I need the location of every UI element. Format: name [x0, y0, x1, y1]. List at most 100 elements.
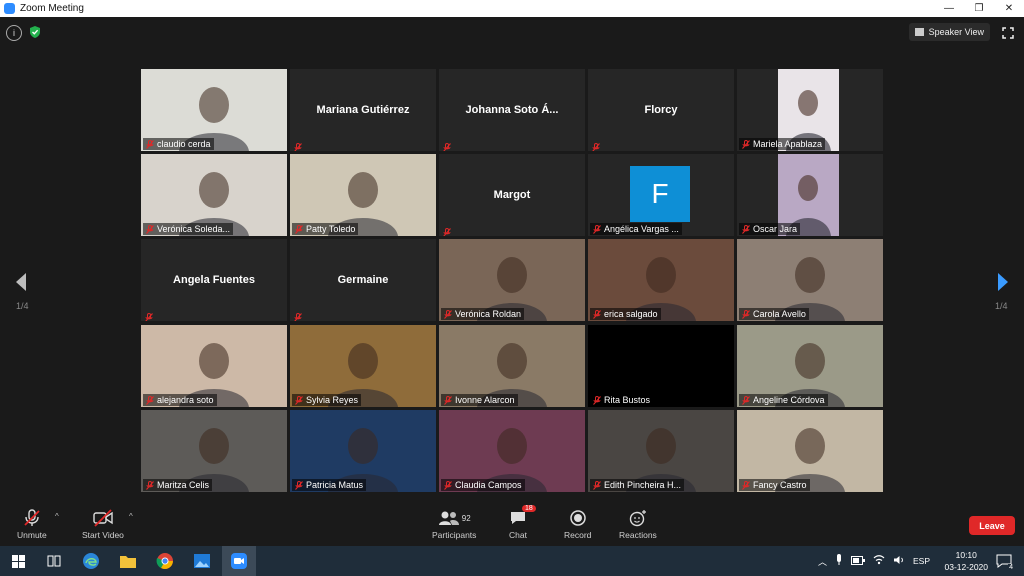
photos-icon[interactable]: [192, 551, 212, 571]
participant-tile[interactable]: Ivonne Alarcon: [439, 325, 585, 407]
window-title: Zoom Meeting: [20, 3, 84, 14]
participant-tile[interactable]: Sylvia Reyes: [290, 325, 436, 407]
participants-button[interactable]: 92 Participants: [432, 508, 476, 540]
muted-mic-icon: [295, 395, 303, 405]
shield-icon[interactable]: [28, 25, 42, 39]
participants-label: Participants: [432, 530, 477, 540]
participant-name-label: Ivonne Alarcon: [441, 394, 518, 406]
notification-count: 4: [1008, 564, 1014, 571]
participant-name: Rita Bustos: [604, 395, 651, 405]
participant-tile[interactable]: Florcy: [588, 69, 734, 151]
reactions-button[interactable]: Reactions: [619, 508, 657, 540]
participant-tile[interactable]: Patricia Matus: [290, 410, 436, 492]
participant-tile[interactable]: Maritza Celis: [141, 410, 287, 492]
participant-tile[interactable]: Mariana Gutiérrez: [290, 69, 436, 151]
reactions-icon: [628, 508, 648, 528]
participant-tile[interactable]: Germaine: [290, 239, 436, 321]
participant-tile[interactable]: Verónica Roldan: [439, 239, 585, 321]
close-window-button[interactable]: ✕: [994, 0, 1024, 17]
participant-display-name: Florcy: [644, 104, 678, 116]
meeting-stage: i Speaker View 1/4 1/4 claudio cerda Mari…: [0, 17, 1024, 500]
muted-mic-icon: [444, 395, 452, 405]
edge-browser-icon[interactable]: [81, 551, 101, 571]
participants-icon: 92: [438, 508, 471, 528]
participant-tile[interactable]: Rita Bustos: [588, 325, 734, 407]
participant-tile[interactable]: Verónica Soleda...: [141, 154, 287, 236]
video-options-caret[interactable]: ^: [129, 512, 133, 521]
participant-name: Oscar Jara: [753, 224, 798, 234]
previous-page-arrow[interactable]: [14, 272, 28, 292]
system-clock[interactable]: 10:10 03-12-2020: [945, 549, 988, 573]
participants-count: 92: [461, 513, 471, 523]
participant-display-name: Johanna Soto Á...: [465, 104, 559, 116]
notifications-icon[interactable]: 4: [994, 551, 1014, 571]
chat-button[interactable]: 18 Chat: [509, 505, 536, 540]
participant-name: Patricia Matus: [306, 480, 364, 490]
chevron-up-icon[interactable]: ︿: [818, 555, 827, 568]
battery-icon[interactable]: [851, 555, 866, 567]
participant-tile[interactable]: Margot: [439, 154, 585, 236]
participant-tile[interactable]: F Angélica Vargas ...: [588, 154, 734, 236]
audio-options-caret[interactable]: ^: [55, 512, 59, 521]
participant-name-label: alejandra soto: [143, 394, 217, 406]
input-language[interactable]: ESP: [913, 556, 930, 566]
participant-tile[interactable]: Patty Toledo: [290, 154, 436, 236]
file-explorer-icon[interactable]: [118, 551, 138, 571]
participant-name: alejandra soto: [157, 395, 214, 405]
participant-tile[interactable]: Johanna Soto Á...: [439, 69, 585, 151]
microphone-tray-icon[interactable]: [835, 554, 843, 568]
leave-button[interactable]: Leave: [969, 516, 1015, 535]
windows-start-icon[interactable]: [8, 551, 28, 571]
participant-tile[interactable]: Carola Avello: [737, 239, 883, 321]
clock-time: 10:10: [955, 550, 977, 560]
participant-name-label: Rita Bustos: [590, 394, 654, 406]
clock-date: 03-12-2020: [944, 562, 988, 572]
participant-tile[interactable]: Edith Pincheira H...: [588, 410, 734, 492]
speaker-view-button[interactable]: Speaker View: [908, 23, 990, 41]
participant-tile[interactable]: Fancy Castro: [737, 410, 883, 492]
participant-name-label: Oscar Jara: [739, 223, 801, 235]
info-icon[interactable]: i: [6, 25, 22, 41]
participant-tile[interactable]: Oscar Jara: [737, 154, 883, 236]
participant-tile[interactable]: Mariela Apablaza: [737, 69, 883, 151]
chat-unread-badge: 18: [522, 505, 536, 512]
record-button[interactable]: Record: [564, 508, 591, 540]
meeting-toolbar: Unmute ^ Start Video ^ 92 Participants 1…: [0, 500, 1024, 546]
participant-display-name: Margot: [493, 189, 531, 201]
participant-name: Sylvia Reyes: [306, 395, 359, 405]
muted-mic-icon: [593, 395, 601, 405]
participant-tile[interactable]: claudio cerda: [141, 69, 287, 151]
muted-mic-icon: [742, 224, 750, 234]
muted-mic-icon: [742, 139, 750, 149]
next-page-arrow[interactable]: [996, 272, 1010, 292]
system-tray: ︿ ESP: [818, 546, 930, 576]
zoom-app-icon: [4, 3, 15, 14]
participant-tile[interactable]: erica salgado: [588, 239, 734, 321]
participant-name: Angeline Córdova: [753, 395, 825, 405]
participant-tile[interactable]: Claudia Campos: [439, 410, 585, 492]
speaker-volume-icon[interactable]: [893, 555, 905, 567]
page-indicator-left: 1/4: [16, 301, 29, 311]
start-video-label: Start Video: [82, 530, 124, 540]
muted-mic-icon: [443, 139, 451, 151]
participant-name: erica salgado: [604, 309, 658, 319]
minimize-button[interactable]: —: [934, 0, 964, 17]
participant-name: Carola Avello: [753, 309, 806, 319]
participant-tile[interactable]: Angeline Córdova: [737, 325, 883, 407]
fullscreen-icon[interactable]: [1002, 26, 1014, 39]
participant-tile[interactable]: alejandra soto: [141, 325, 287, 407]
restore-button[interactable]: ❐: [964, 0, 994, 17]
record-icon: [569, 508, 587, 528]
unmute-button[interactable]: Unmute: [17, 508, 47, 540]
participant-tile[interactable]: Angela Fuentes: [141, 239, 287, 321]
chrome-icon[interactable]: [155, 551, 175, 571]
participant-name-label: Angélica Vargas ...: [590, 223, 682, 235]
participant-name-label: claudio cerda: [143, 138, 214, 150]
unmute-label: Unmute: [17, 530, 47, 540]
zoom-taskbar-icon[interactable]: [222, 546, 256, 576]
start-video-button[interactable]: Start Video: [82, 508, 124, 540]
network-icon[interactable]: [873, 555, 885, 567]
muted-mic-icon: [593, 309, 601, 319]
task-view-icon[interactable]: [44, 551, 64, 571]
muted-mic-icon: [22, 508, 42, 528]
